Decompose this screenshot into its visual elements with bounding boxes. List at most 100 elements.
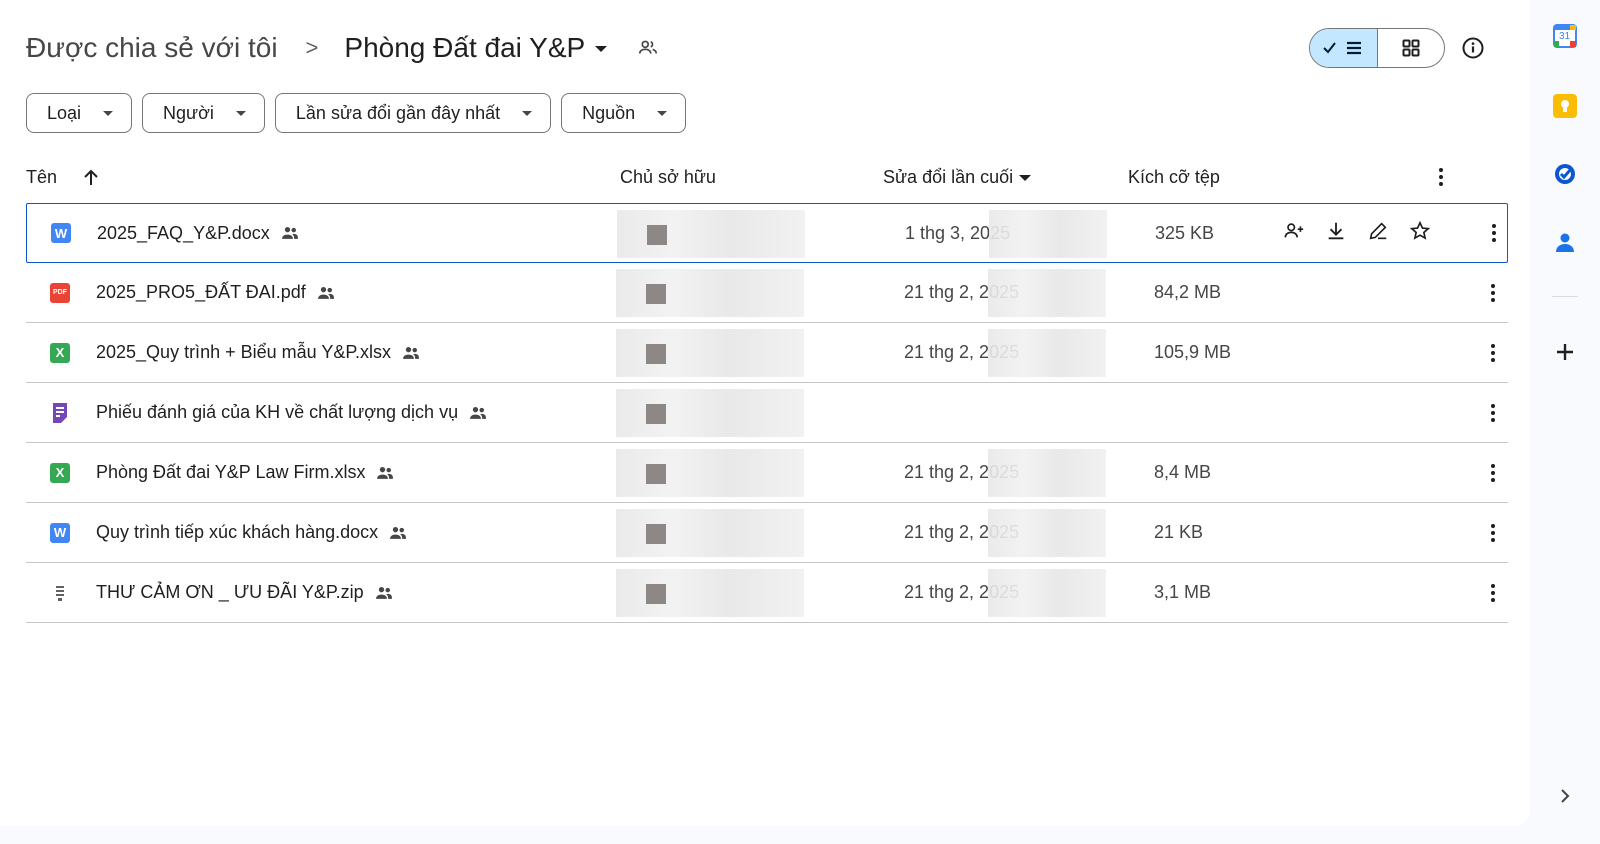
shared-people-icon — [388, 523, 408, 543]
more-vert-icon[interactable] — [1490, 503, 1496, 562]
more-vert-icon[interactable] — [1490, 443, 1496, 502]
more-vert-icon[interactable] — [1490, 323, 1496, 382]
contacts-icon[interactable] — [1553, 230, 1577, 254]
file-size: 325 KB — [1155, 222, 1215, 243]
shared-people-icon — [374, 583, 394, 603]
grid-icon — [1402, 39, 1420, 57]
owner-redacted — [616, 563, 806, 622]
filter-source[interactable]: Nguồn — [561, 93, 687, 133]
share-add-person-icon[interactable] — [1283, 220, 1305, 247]
info-icon[interactable] — [1461, 36, 1485, 60]
calendar-icon[interactable]: 31 — [1553, 24, 1577, 48]
table-row[interactable]: THƯ CẢM ƠN _ ƯU ĐÃI Y&P.zip 21 thg 2, 202… — [26, 563, 1508, 623]
more-vert-icon[interactable] — [1490, 563, 1496, 622]
owner-redacted — [616, 323, 806, 382]
filter-label: Người — [163, 102, 214, 123]
owner-redacted — [616, 503, 806, 562]
modifier-redacted — [988, 323, 1106, 382]
file-name[interactable]: 2025_PRO5_ĐẤT ĐAI.pdf — [96, 282, 306, 303]
shared-people-icon — [375, 463, 395, 483]
star-icon[interactable] — [1409, 220, 1431, 247]
breadcrumb-root[interactable]: Được chia sẻ với tôi — [26, 32, 278, 64]
file-type-letter: W — [54, 225, 68, 241]
file-name[interactable]: Phiếu đánh giá của KH về chất lượng dịch… — [96, 402, 458, 423]
sort-ascending-arrow-icon — [84, 169, 98, 185]
table-body: W 2025_FAQ_Y&P.docx 1 thg 3, 2025 325 KB PDF… — [26, 203, 1508, 623]
file-table: Tên Chủ sở hữu Sửa đổi lần cuối Kích cỡ … — [26, 153, 1508, 623]
breadcrumb: Được chia sẻ với tôi > Phòng Đất đai Y&P — [26, 28, 659, 68]
table-header: Tên Chủ sở hữu Sửa đổi lần cuối Kích cỡ … — [26, 153, 1508, 203]
add-icon[interactable] — [1553, 340, 1577, 364]
file-name[interactable]: Phòng Đất đai Y&P Law Firm.xlsx — [96, 462, 365, 483]
table-row[interactable]: X 2025_Quy trình + Biểu mẫu Y&P.xlsx 21 th… — [26, 323, 1508, 383]
file-type-letter: PDF — [53, 289, 67, 296]
header-modified-label: Sửa đổi lần cuối — [883, 167, 1014, 187]
spreadsheet-icon: X — [50, 462, 70, 483]
chevron-right-icon: > — [305, 35, 319, 60]
header-size[interactable]: Kích cỡ tệp — [1128, 167, 1220, 188]
download-icon[interactable] — [1325, 220, 1347, 247]
filter-bar: Loại Người Lần sửa đổi gần đây nhất Nguồ… — [26, 93, 687, 133]
modifier-redacted — [988, 263, 1106, 322]
shared-folder-people-icon[interactable] — [637, 37, 659, 59]
caret-down-icon[interactable] — [595, 46, 608, 52]
table-row[interactable]: PDF 2025_PRO5_ĐẤT ĐAI.pdf 21 thg 2, 2025 84… — [26, 263, 1508, 323]
file-size: 84,2 MB — [1154, 282, 1222, 302]
owner-redacted — [617, 204, 807, 262]
owner-redacted — [616, 383, 806, 442]
file-name[interactable]: Quy trình tiếp xúc khách hàng.docx — [96, 522, 378, 543]
file-size: 8,4 MB — [1154, 462, 1212, 482]
tasks-icon[interactable] — [1553, 162, 1577, 186]
filter-label: Loại — [47, 102, 82, 123]
header-owner[interactable]: Chủ sở hữu — [620, 167, 716, 188]
filter-modified[interactable]: Lần sửa đổi gần đây nhất — [274, 93, 552, 133]
more-vert-icon[interactable] — [1438, 167, 1444, 187]
forms-icon — [50, 402, 70, 423]
header-modified[interactable]: Sửa đổi lần cuối — [883, 167, 1032, 188]
header-size-label: Kích cỡ tệp — [1128, 167, 1220, 187]
table-row[interactable]: W Quy trình tiếp xúc khách hàng.docx 21 th… — [26, 503, 1508, 563]
modifier-redacted — [989, 204, 1107, 262]
table-row[interactable]: W 2025_FAQ_Y&P.docx 1 thg 3, 2025 325 KB — [26, 203, 1508, 263]
header-owner-label: Chủ sở hữu — [620, 167, 716, 187]
file-name[interactable]: 2025_Quy trình + Biểu mẫu Y&P.xlsx — [96, 342, 391, 363]
calendar-day: 31 — [1559, 31, 1571, 42]
shared-people-icon — [316, 283, 336, 303]
filter-type[interactable]: Loại — [26, 93, 133, 133]
file-type-letter: X — [55, 465, 65, 480]
caret-down-icon — [522, 110, 533, 116]
caret-down-icon — [235, 110, 246, 116]
file-name[interactable]: 2025_FAQ_Y&P.docx — [97, 223, 270, 244]
more-vert-icon[interactable] — [1490, 383, 1496, 442]
table-row[interactable]: Phiếu đánh giá của KH về chất lượng dịch… — [26, 383, 1508, 443]
modifier-redacted — [988, 443, 1106, 502]
file-type-letter: W — [53, 525, 67, 540]
filter-label: Lần sửa đổi gần đây nhất — [295, 102, 501, 123]
more-vert-icon[interactable] — [1490, 263, 1496, 322]
owner-redacted — [616, 443, 806, 502]
header-name[interactable]: Tên — [26, 167, 99, 188]
keep-icon[interactable] — [1553, 94, 1577, 118]
file-size: 105,9 MB — [1154, 342, 1232, 362]
shared-people-icon — [401, 343, 421, 363]
grid-view-button[interactable] — [1378, 29, 1445, 67]
filter-people[interactable]: Người — [142, 93, 265, 133]
spreadsheet-icon: X — [50, 342, 70, 363]
sidebar-divider — [1552, 296, 1578, 297]
list-view-button[interactable] — [1310, 29, 1378, 67]
modifier-redacted — [988, 503, 1106, 562]
header-name-label: Tên — [26, 167, 58, 187]
word-doc-icon: W — [51, 223, 71, 243]
rename-pencil-icon[interactable] — [1367, 220, 1389, 247]
chevron-right-icon[interactable] — [1553, 784, 1577, 808]
breadcrumb-current-folder[interactable]: Phòng Đất đai Y&P — [344, 32, 585, 64]
side-panel: 31 — [1530, 0, 1600, 844]
more-vert-icon[interactable] — [1491, 204, 1497, 262]
file-name[interactable]: THƯ CẢM ƠN _ ƯU ĐÃI Y&P.zip — [96, 582, 364, 603]
row-actions — [1283, 204, 1431, 262]
caret-down-icon — [1019, 174, 1032, 181]
zip-archive-icon — [50, 583, 70, 603]
table-row[interactable]: X Phòng Đất đai Y&P Law Firm.xlsx 21 thg 2… — [26, 443, 1508, 503]
filter-label: Nguồn — [582, 102, 636, 123]
list-icon — [1347, 41, 1362, 55]
